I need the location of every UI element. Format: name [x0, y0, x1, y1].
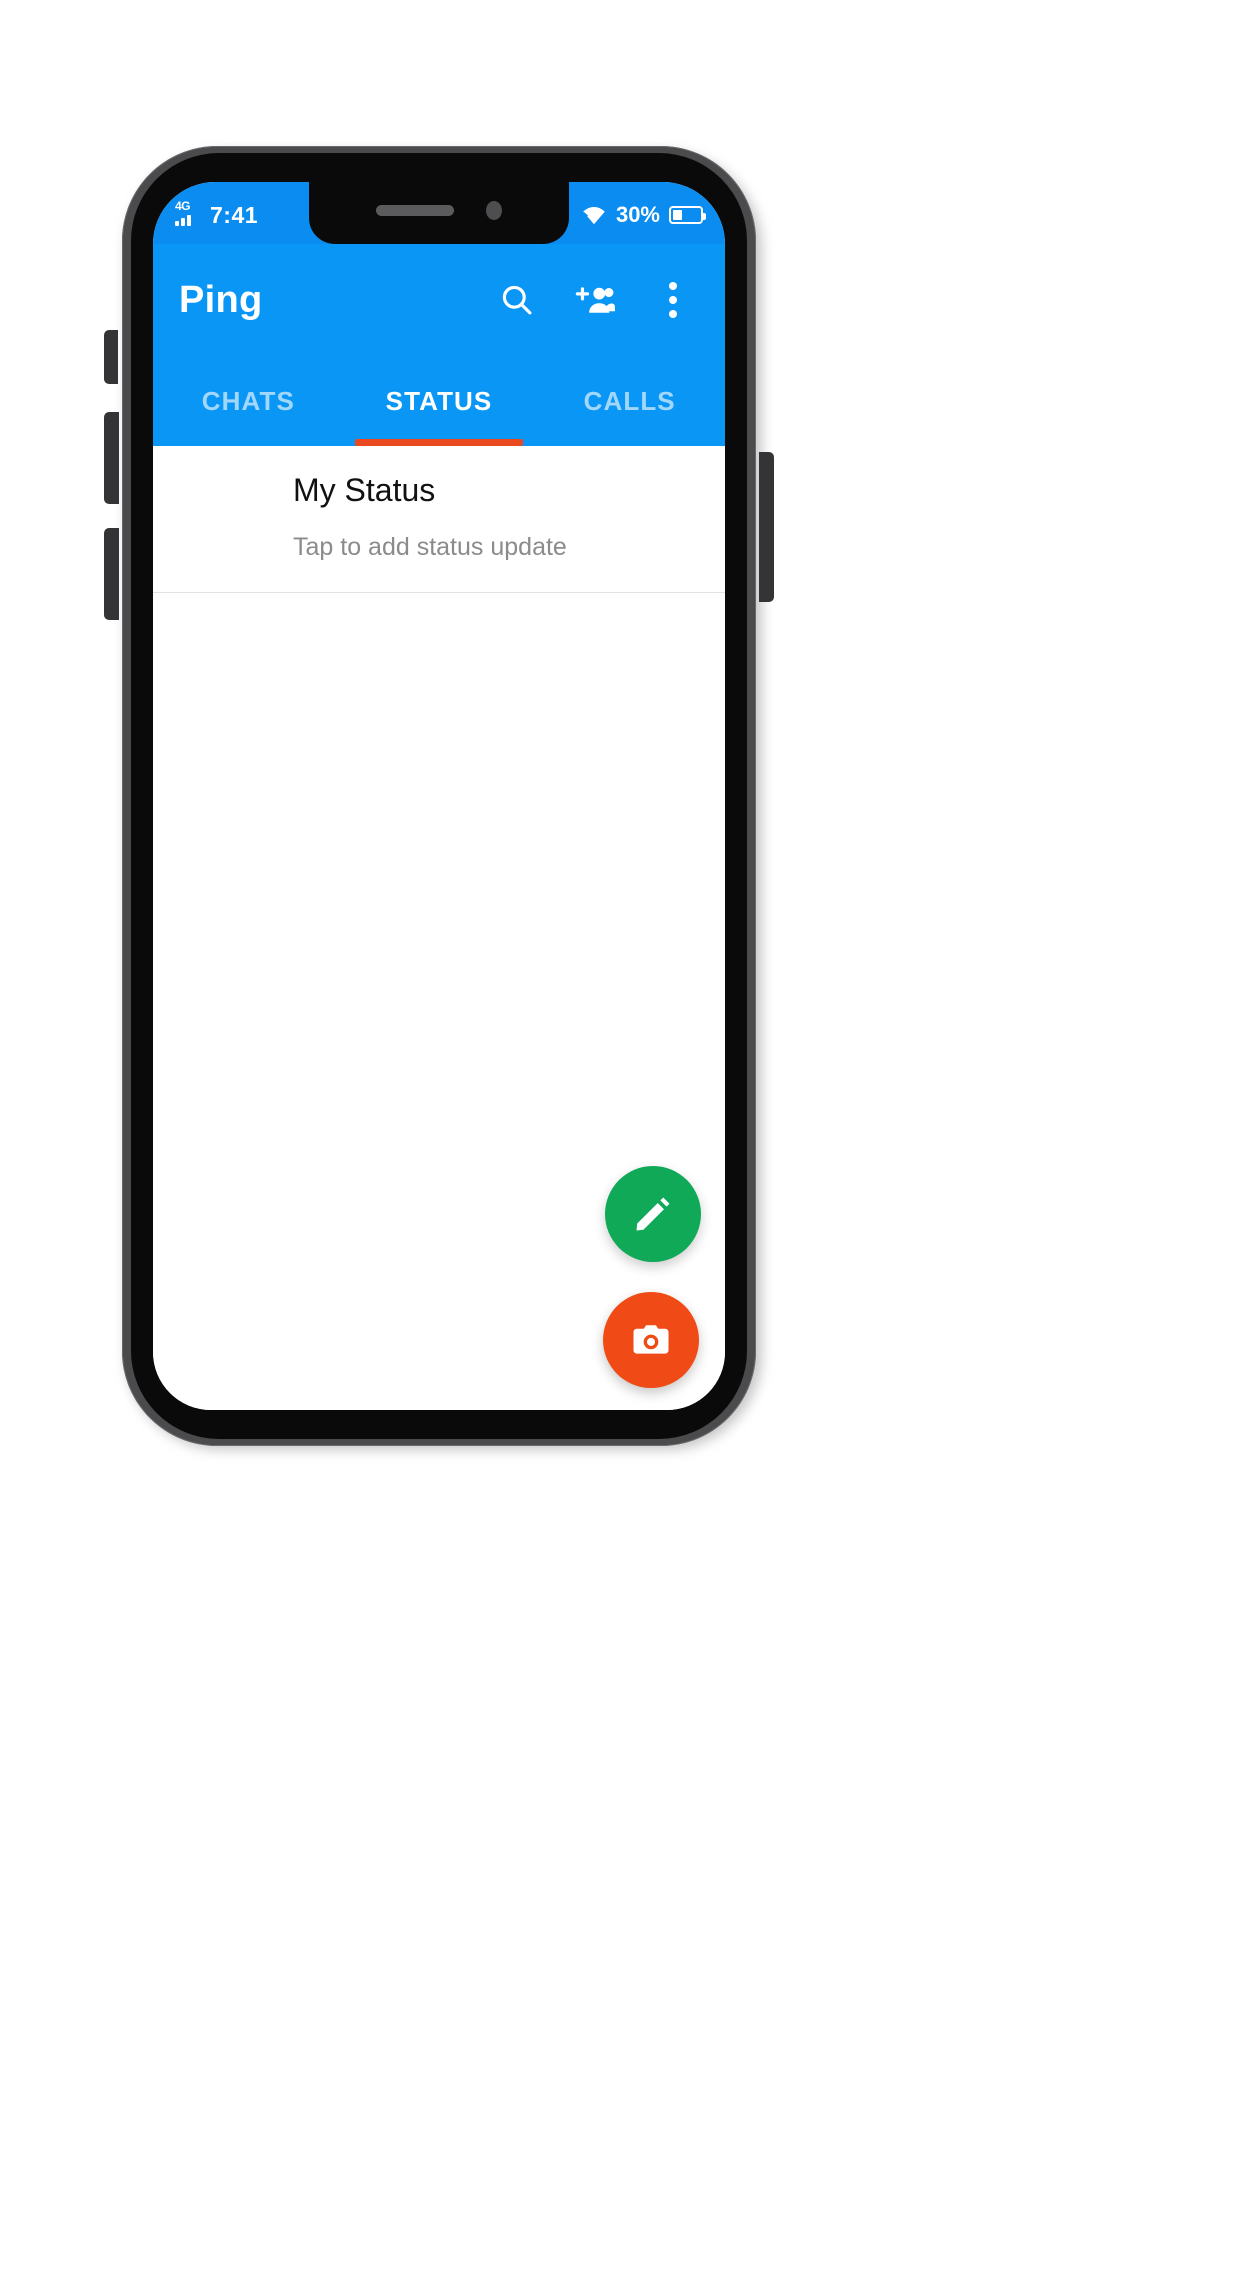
my-status-subtitle: Tap to add status update — [293, 533, 567, 561]
tab-chats-label: CHATS — [201, 385, 295, 416]
phone-notch — [309, 182, 569, 244]
pencil-icon — [636, 1197, 670, 1231]
tab-chats[interactable]: CHATS — [153, 356, 344, 446]
wifi-icon — [581, 205, 607, 225]
power-button[interactable] — [759, 452, 774, 602]
app-title: Ping — [179, 278, 263, 321]
status-list: My Status Tap to add status update — [153, 446, 725, 1410]
add-people-icon[interactable] — [573, 278, 617, 322]
kebab-dots — [668, 282, 678, 318]
battery-percent-label: 30% — [615, 202, 660, 227]
my-status-title: My Status — [293, 472, 436, 508]
network-type-label: 4G — [175, 199, 191, 213]
my-status-row[interactable]: My Status Tap to add status update — [153, 446, 725, 593]
earpiece-speaker-icon — [376, 204, 454, 216]
status-bar-right: 30% — [581, 198, 706, 228]
camera-fab[interactable] — [603, 1292, 699, 1388]
screenshot-root: 4G 7:41 30% Ping CHATS STATUS CALLS My S… — [0, 0, 1240, 2280]
mute-switch-button[interactable] — [104, 330, 118, 384]
tab-calls[interactable]: CALLS — [534, 356, 725, 446]
phone-screen: 4G 7:41 30% Ping CHATS STATUS CALLS My S… — [153, 182, 725, 1410]
tab-bar: CHATS STATUS CALLS — [153, 356, 725, 446]
signal-bars-icon: 4G — [175, 199, 201, 228]
overflow-menu-icon[interactable] — [651, 278, 695, 322]
battery-icon — [669, 206, 706, 224]
volume-down-button[interactable] — [104, 528, 119, 620]
app-bar-actions — [495, 278, 701, 322]
status-bar-left: 4G 7:41 — [175, 198, 258, 229]
search-icon[interactable] — [495, 278, 539, 322]
app-bar: Ping — [153, 244, 725, 356]
tab-calls-label: CALLS — [583, 385, 676, 416]
volume-up-button[interactable] — [104, 412, 119, 504]
status-bar-clock: 7:41 — [210, 201, 259, 228]
front-camera-icon — [486, 200, 502, 220]
tab-status-label: STATUS — [385, 385, 493, 416]
camera-icon — [633, 1325, 669, 1354]
tab-status[interactable]: STATUS — [344, 356, 535, 446]
signal-bars-glyph — [175, 215, 191, 226]
edit-status-fab[interactable] — [605, 1166, 701, 1262]
